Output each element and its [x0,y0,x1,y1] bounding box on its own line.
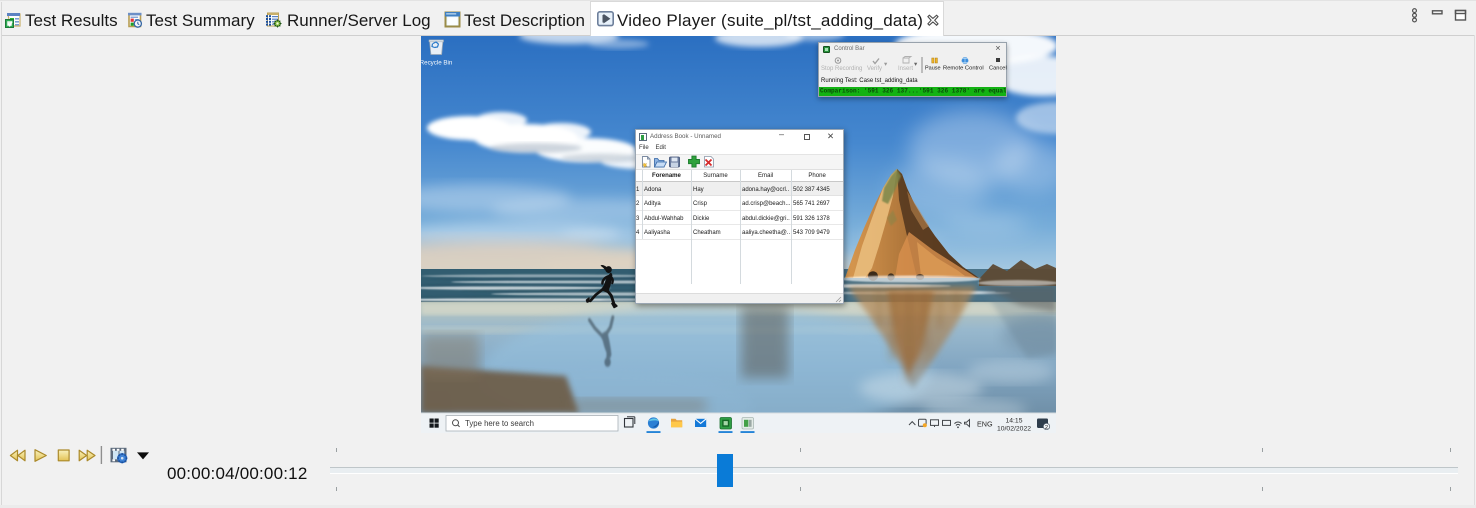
svg-text:14:15: 14:15 [1005,418,1022,425]
svg-text:10/02/2022: 10/02/2022 [997,425,1031,432]
svg-text:Recycle Bin: Recycle Bin [421,60,453,67]
svg-text:Type here to search: Type here to search [465,419,534,428]
svg-text:2: 2 [1045,425,1048,431]
svg-text:ENG: ENG [977,419,993,428]
